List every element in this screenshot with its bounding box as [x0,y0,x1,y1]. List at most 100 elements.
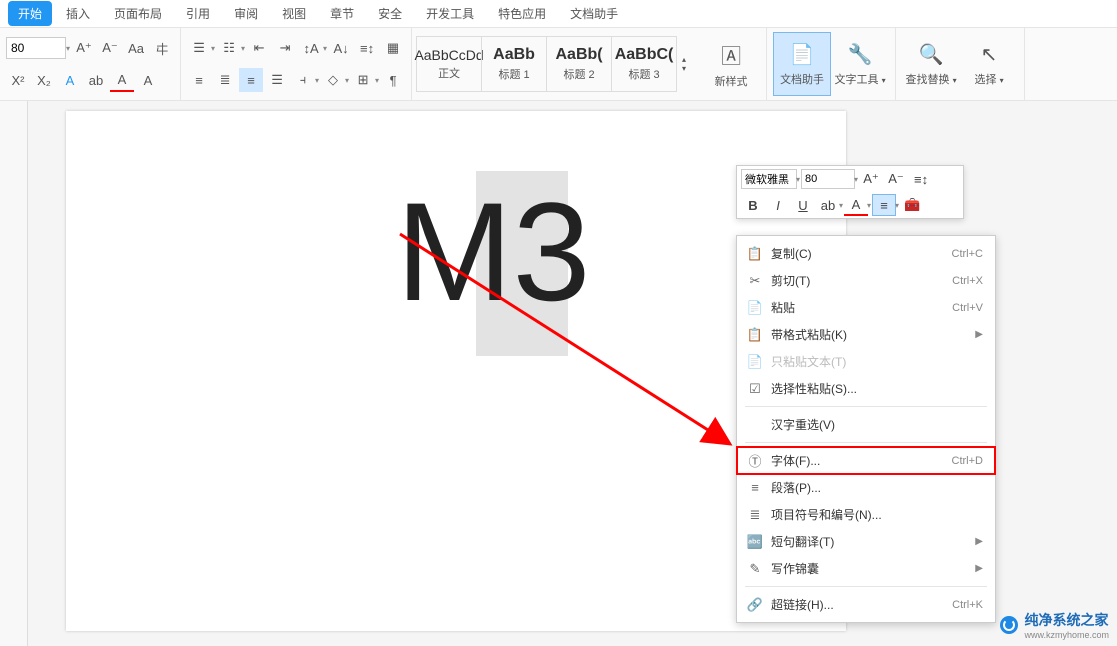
distribute-icon[interactable]: ⫞ [291,68,315,92]
lightbulb-icon: ✎ [745,561,765,577]
select-button[interactable]: ↖ 选择 ▾ [960,32,1018,96]
new-style-button[interactable]: 🄰 新样式 [702,32,760,96]
link-icon: 🔗 [745,597,765,613]
paste-icon: 📄 [745,300,765,316]
tab-page-layout[interactable]: 页面布局 [104,1,172,26]
menu-paste-special[interactable]: ☑ 选择性粘贴(S)... [737,375,995,402]
fill-color-icon[interactable]: ◇ [321,68,345,92]
list-icon: ≣ [745,507,765,523]
borders-icon[interactable]: ⊞ [351,68,375,92]
font-size-input[interactable] [6,37,66,59]
menu-bullets-numbering[interactable]: ≣ 项目符号和编号(N)... [737,501,995,528]
font-icon: Ⓣ [745,451,765,470]
find-replace-button[interactable]: 🔍 查找替换 ▾ [902,32,960,96]
paste-format-icon: 📋 [745,327,765,343]
text-direction-icon[interactable]: A↓ [329,36,353,60]
tools-group: 📄 文档助手 🔧 文字工具 ▾ [767,28,896,100]
menu-cut[interactable]: ✂ 剪切(T) Ctrl+X [737,267,995,294]
menu-paste-format[interactable]: 📋 带格式粘贴(K) ▶ [737,321,995,348]
tab-bar: 开始 插入 页面布局 引用 审阅 视图 章节 安全 开发工具 特色应用 文档助手 [0,0,1117,28]
menu-separator [745,586,987,587]
style-heading1[interactable]: AaBb 标题 1 [481,36,547,92]
tab-start[interactable]: 开始 [8,1,52,26]
menu-copy[interactable]: 📋 复制(C) Ctrl+C [737,240,995,267]
char-shading-icon[interactable]: A [136,68,160,92]
style-normal[interactable]: AaBbCcDd 正文 [416,36,482,92]
mini-line-spacing-icon[interactable]: ≡↕ [909,168,933,190]
align-left-icon[interactable]: ≡ [187,68,211,92]
numbering-icon[interactable]: ☷ [217,36,241,60]
font-color-icon[interactable]: A [110,68,134,92]
menu-paragraph[interactable]: ≡ 段落(P)... [737,474,995,501]
menu-separator [745,442,987,443]
align-center-icon[interactable]: ≣ [213,68,237,92]
align-right-icon[interactable]: ≡ [239,68,263,92]
menu-hyperlink[interactable]: 🔗 超链接(H)... Ctrl+K [737,591,995,618]
grow-font-icon[interactable]: A⁺ [72,36,96,60]
tab-special[interactable]: 特色应用 [488,1,556,26]
document-text[interactable]: M3 [396,171,590,333]
mini-font-size-input[interactable] [801,169,855,189]
mini-italic-icon[interactable]: I [766,194,790,216]
bullets-icon[interactable]: ☰ [187,36,211,60]
mini-shrink-font-icon[interactable]: A⁻ [884,168,908,190]
tab-insert[interactable]: 插入 [56,1,100,26]
page[interactable]: M3 [66,111,846,631]
increase-indent-icon[interactable]: ⇥ [273,36,297,60]
line-spacing-icon[interactable]: ≡↕ [355,36,379,60]
paragraph-mark-icon[interactable]: ¶ [381,68,405,92]
change-case-icon[interactable]: Aa [124,36,148,60]
mini-toolbox-icon[interactable]: 🧰 [900,194,924,216]
tab-doc-helper[interactable]: 文档助手 [560,1,628,26]
style-gallery: AaBbCcDd 正文 AaBb 标题 1 AaBb( 标题 2 AaBbC( … [412,28,696,100]
new-style-icon: 🄰 [721,40,741,69]
chevron-right-icon: ▶ [975,563,983,574]
paragraph-group: ☰▾ ☷▾ ⇤ ⇥ ↕A▾ A↓ ≡↕ ▦ ≡ ≣ ≡ ☰ ⫞▾ ◇▾ ⊞▾ ¶ [181,28,412,100]
menu-reconvert[interactable]: 汉字重选(V) [737,411,995,438]
tab-references[interactable]: 引用 [176,1,220,26]
tab-view[interactable]: 视图 [272,1,316,26]
context-menu: 📋 复制(C) Ctrl+C ✂ 剪切(T) Ctrl+X 📄 粘贴 Ctrl+… [736,235,996,623]
menu-translate[interactable]: 🔤 短句翻译(T) ▶ [737,528,995,555]
mini-grow-font-icon[interactable]: A⁺ [859,168,883,190]
mini-highlight-icon[interactable]: ab [816,194,840,216]
chevron-down-icon[interactable]: ▾ [66,44,70,53]
shrink-font-icon[interactable]: A⁻ [98,36,122,60]
doc-helper-button[interactable]: 📄 文档助手 [773,32,831,96]
menu-writing-tips[interactable]: ✎ 写作锦囊 ▶ [737,555,995,582]
justify-icon[interactable]: ☰ [265,68,289,92]
sort-icon[interactable]: ↕A [299,36,323,60]
tab-review[interactable]: 审阅 [224,1,268,26]
highlight-icon[interactable]: ab [84,68,108,92]
decrease-indent-icon[interactable]: ⇤ [247,36,271,60]
ribbon: ▾ A⁺ A⁻ Aa 㐄 X² X₂ A ab A A ☰▾ ☷▾ ⇤ ⇥ ↕A… [0,28,1117,101]
subscript-icon[interactable]: X₂ [32,68,56,92]
phonetic-guide-icon[interactable]: 㐄 [150,36,174,60]
style-heading3[interactable]: AaBbC( 标题 3 [611,36,677,92]
mini-underline-icon[interactable]: U [791,194,815,216]
tab-dev-tools[interactable]: 开发工具 [416,1,484,26]
tab-security[interactable]: 安全 [368,1,412,26]
mini-font-color-icon[interactable]: A [844,194,868,216]
watermark: 纯净系统之家 www.kzmyhome.com [1000,610,1109,640]
font-group: ▾ A⁺ A⁻ Aa 㐄 X² X₂ A ab A A [0,28,181,100]
superscript-icon[interactable]: X² [6,68,30,92]
vertical-ruler [0,101,28,646]
style-heading2[interactable]: AaBb( 标题 2 [546,36,612,92]
translate-icon: 🔤 [745,534,765,550]
style-more-icon[interactable]: ▴▾ [676,52,692,76]
mini-bold-icon[interactable]: B [741,194,765,216]
menu-font[interactable]: Ⓣ 字体(F)... Ctrl+D [737,447,995,474]
text-effects-icon[interactable]: A [58,68,82,92]
paste-special-icon: ☑ [745,381,765,397]
text-tools-button[interactable]: 🔧 文字工具 ▾ [831,32,889,96]
mini-align-icon[interactable]: ≡ [872,194,896,216]
mini-toolbar: ▾ ▾ A⁺ A⁻ ≡↕ B I U ab▾ A▾ ≡▾ 🧰 [736,165,964,219]
watermark-logo-icon [1000,616,1018,634]
paste-text-icon: 📄 [745,354,765,370]
tab-chapter[interactable]: 章节 [320,1,364,26]
shading-icon[interactable]: ▦ [381,36,405,60]
mini-font-name-input[interactable] [741,169,797,189]
menu-paste[interactable]: 📄 粘贴 Ctrl+V [737,294,995,321]
style-tools-group: 🄰 新样式 [696,28,767,100]
